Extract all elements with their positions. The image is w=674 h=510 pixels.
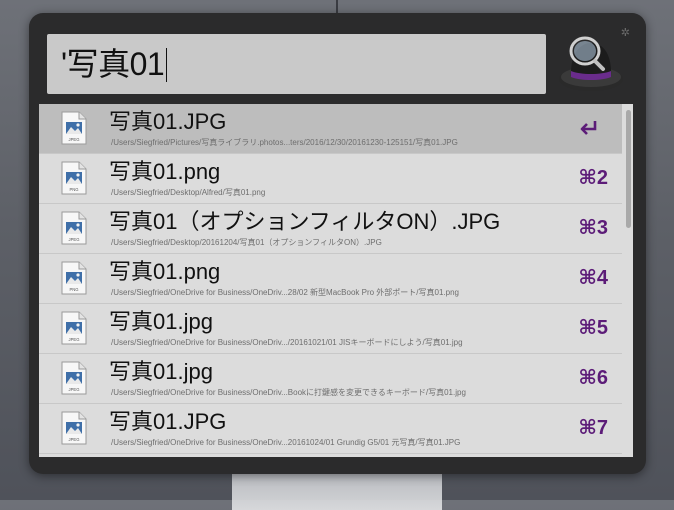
image-file-icon: JPEG [61, 311, 87, 345]
result-title: 写真01.jpg [109, 309, 213, 334]
result-path: /Users/Siegfried/OneDrive for Business/O… [111, 338, 463, 347]
svg-text:JPEG: JPEG [69, 437, 80, 442]
result-title: 写真01.png [109, 259, 221, 284]
search-query: '写真01 [61, 45, 168, 83]
background-line [336, 0, 338, 14]
shortcut-label: ⌘2 [578, 167, 608, 189]
alfred-window: ✲ '写真01 JPEG 写真01.JPG /Users/Siegfried/P… [29, 13, 646, 474]
result-title: 写真01（オプションフィルタON）.JPG [109, 209, 501, 234]
result-path: /Users/Siegfried/OneDrive for Business/O… [111, 438, 461, 447]
result-row[interactable]: JPEG 写真01.JPG /Users/Siegfried/Pictures/… [39, 104, 622, 154]
result-path: /Users/Siegfried/OneDrive for Business/O… [111, 388, 466, 397]
result-path: /Users/Siegfried/Desktop/20161204/写真01（オ… [111, 238, 382, 247]
result-row[interactable]: PNG 写真01.png /Users/Siegfried/OneDrive f… [39, 254, 622, 304]
result-path: /Users/Siegfried/OneDrive for Business/O… [111, 288, 459, 297]
result-row[interactable]: JPEG 写真01.jpg /Users/Siegfried/OneDrive … [39, 304, 622, 354]
result-title: 写真01.jpg [109, 359, 213, 384]
shortcut-label: ⌘4 [578, 267, 608, 289]
svg-text:JPEG: JPEG [69, 237, 80, 242]
svg-text:PNG: PNG [69, 287, 78, 292]
result-row[interactable]: PNG 写真01.png /Users/Siegfried/Desktop/Al… [39, 154, 622, 204]
shortcut-label: ⌘3 [578, 217, 608, 239]
shortcut-label: ⌘6 [578, 367, 608, 389]
search-input[interactable]: '写真01 [47, 34, 546, 94]
return-key-icon [580, 121, 597, 135]
result-path: /Users/Siegfried/Desktop/Alfred/写真01.png [111, 188, 266, 197]
result-title: 写真01.JPG [109, 409, 227, 434]
svg-text:JPEG: JPEG [69, 387, 80, 392]
result-row[interactable]: JPEG 写真01.JPG /Users/Siegfried/OneDrive … [39, 404, 622, 454]
shortcut-label: ⌘5 [578, 317, 608, 339]
image-file-icon: JPEG [61, 211, 87, 245]
result-row[interactable]: JPEG 写真01.jpg /Users/Siegfried/OneDrive … [39, 354, 622, 404]
result-row[interactable]: JPEG 写真01（オプションフィルタON）.JPG /Users/Siegfr… [39, 204, 622, 254]
svg-text:JPEG: JPEG [69, 337, 80, 342]
image-file-icon: JPEG [61, 411, 87, 445]
svg-text:PNG: PNG [69, 187, 78, 192]
image-file-icon: JPEG [61, 111, 87, 145]
svg-text:JPEG: JPEG [69, 137, 80, 142]
image-file-icon: JPEG [61, 361, 87, 395]
image-file-icon: PNG [61, 161, 87, 195]
scrollbar[interactable] [626, 110, 631, 228]
shortcut-label: ⌘7 [578, 417, 608, 439]
alfred-hat-icon[interactable] [557, 33, 625, 95]
text-caret [166, 48, 168, 82]
result-title: 写真01.png [109, 159, 221, 184]
image-file-icon: PNG [61, 261, 87, 295]
results-list: JPEG 写真01.JPG /Users/Siegfried/Pictures/… [39, 104, 633, 457]
result-path: /Users/Siegfried/Pictures/写真ライブラリ.photos… [111, 138, 458, 147]
result-title: 写真01.JPG [109, 109, 227, 134]
